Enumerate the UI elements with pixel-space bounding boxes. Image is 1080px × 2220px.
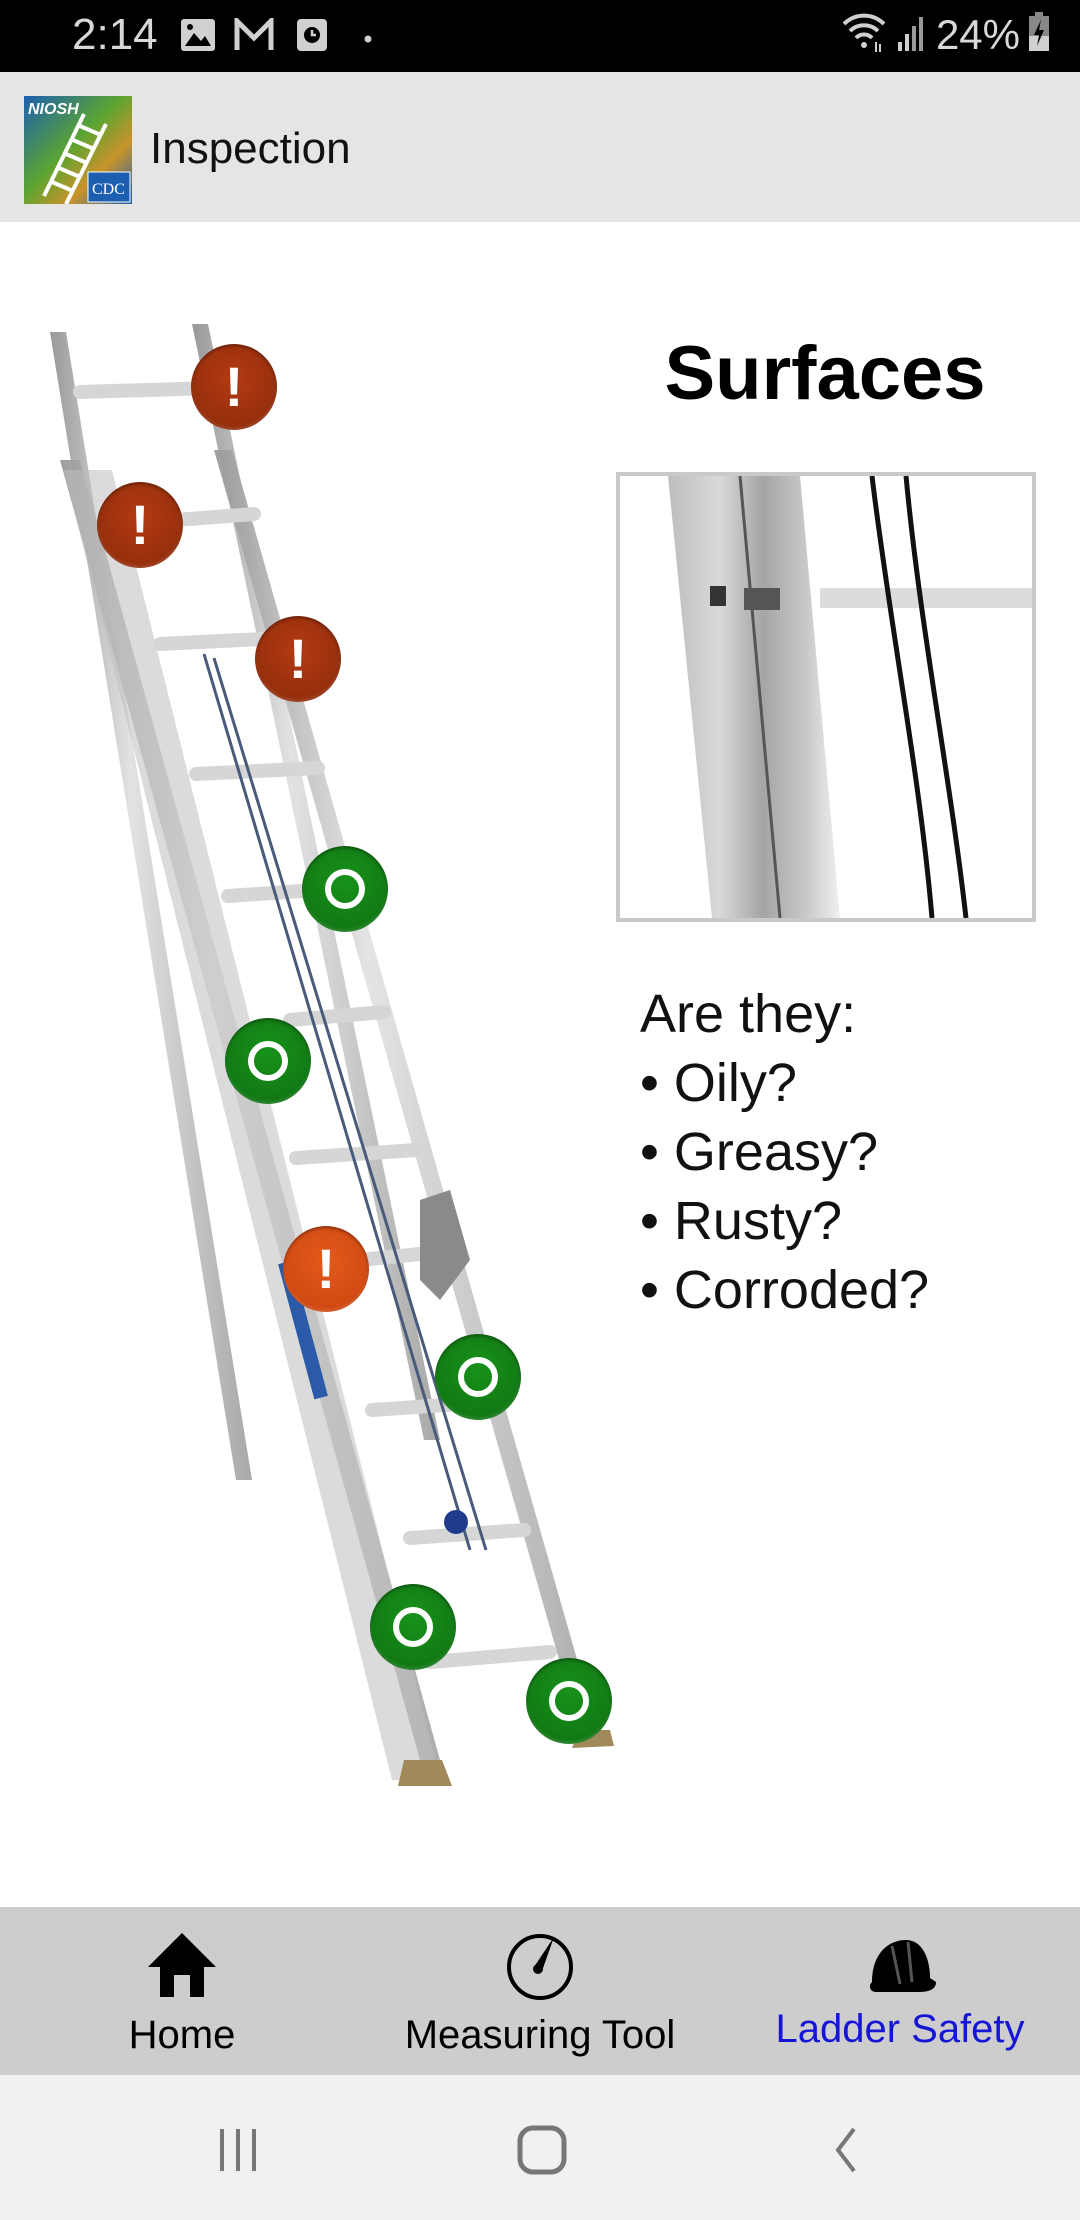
app-logo: NIOSH CDC (24, 96, 132, 204)
tab-label: Ladder Safety (775, 2007, 1025, 2051)
detail-image (616, 472, 1036, 922)
question-item: Rusty? (640, 1187, 929, 1256)
ring-icon (458, 1357, 498, 1397)
tab-ladder-safety[interactable]: Ladder Safety (745, 1907, 1055, 2075)
clock-app-icon (296, 18, 328, 57)
wifi-icon (840, 10, 888, 59)
ok-marker-rail-label[interactable] (302, 846, 388, 932)
ladder-illustration: ! ! ! ! (0, 300, 620, 1820)
back-icon (835, 2127, 856, 2173)
back-button[interactable] (806, 2115, 886, 2185)
question-item: Corroded? (640, 1256, 929, 1325)
home-circle-icon (517, 2125, 567, 2175)
battery-percent: 24% (935, 10, 1020, 58)
tab-home[interactable]: Home (82, 1907, 282, 2075)
ring-icon (549, 1681, 589, 1721)
warning-marker-fly-top[interactable]: ! (97, 482, 183, 568)
home-icon (142, 1929, 222, 2001)
signal-icon (896, 12, 928, 57)
warning-marker-surfaces[interactable]: ! (283, 1226, 369, 1312)
status-bar: 2:14 24% (0, 0, 1080, 72)
rail-closeup-image (668, 476, 1032, 918)
system-nav-bar (0, 2075, 1080, 2220)
status-time: 2:14 (72, 10, 158, 59)
exclamation-icon: ! (288, 627, 308, 690)
inspection-questions: Are they: Oily? Greasy? Rusty? Corroded? (640, 980, 929, 1325)
recent-apps-button[interactable] (198, 2115, 278, 2185)
question-prompt: Are they: (640, 984, 857, 1044)
home-system-button[interactable] (502, 2115, 582, 2185)
svg-text:CDC: CDC (92, 181, 125, 198)
bottom-nav: Home Measuring Tool Ladder Safety (0, 1907, 1080, 2075)
ok-marker-feet[interactable] (526, 1658, 612, 1744)
exclamation-icon: ! (130, 493, 150, 556)
gauge-icon (500, 1929, 580, 2001)
dot-icon (364, 30, 372, 48)
ring-icon (325, 869, 365, 909)
svg-text:NIOSH: NIOSH (28, 101, 79, 118)
tab-label: Measuring Tool (404, 2013, 676, 2057)
app-bar: NIOSH CDC Inspection (0, 72, 1080, 222)
tab-label: Home (128, 2013, 236, 2057)
ok-marker-rope-lock[interactable] (435, 1334, 521, 1420)
ring-icon (393, 1607, 433, 1647)
battery-charging-icon (1028, 12, 1050, 57)
exclamation-icon: ! (316, 1237, 336, 1300)
warning-marker-top-rung[interactable]: ! (191, 344, 277, 430)
recent-apps-icon (220, 2129, 256, 2171)
ladder-logo-icon: NIOSH CDC (28, 101, 131, 204)
ring-icon (248, 1041, 288, 1081)
section-title: Surfaces (664, 331, 986, 416)
gmail-icon (234, 14, 274, 57)
hard-hat-icon (860, 1929, 940, 2001)
tab-measuring-tool[interactable]: Measuring Tool (380, 1907, 700, 2075)
question-item: Oily? (640, 1049, 929, 1118)
warning-marker-pulley[interactable]: ! (255, 616, 341, 702)
question-item: Greasy? (640, 1118, 929, 1187)
ok-marker-lower-rail[interactable] (370, 1584, 456, 1670)
exclamation-icon: ! (224, 355, 244, 418)
page-title: Inspection (150, 124, 351, 173)
ok-marker-rung[interactable] (225, 1018, 311, 1104)
image-icon (180, 18, 216, 57)
